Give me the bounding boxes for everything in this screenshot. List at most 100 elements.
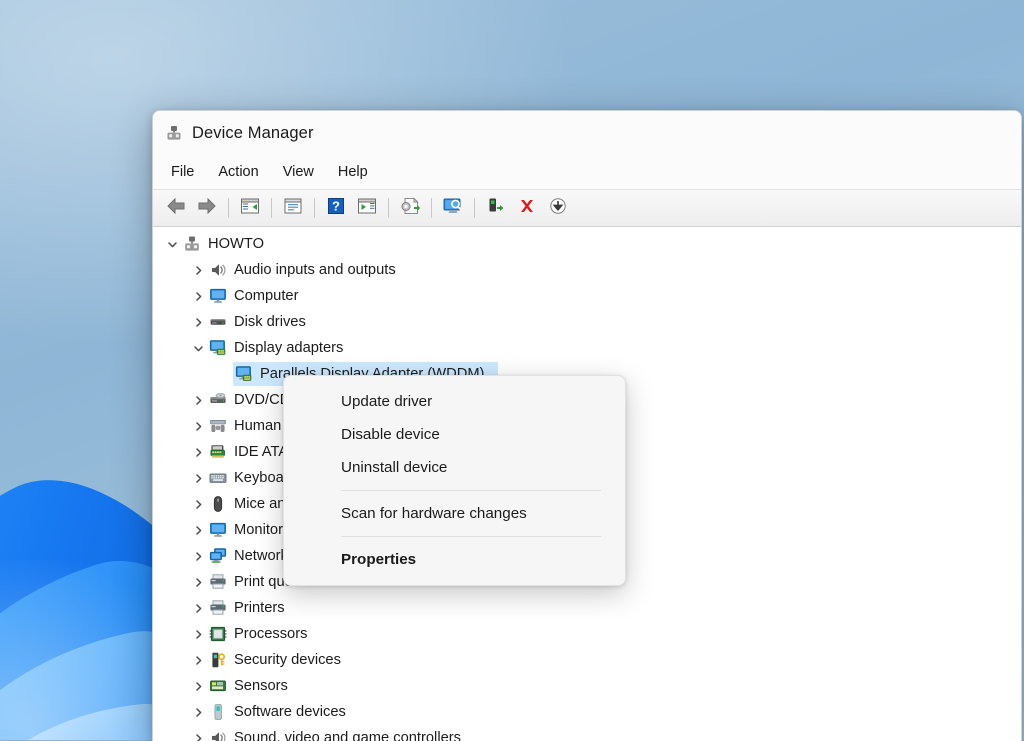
- window-title-bar[interactable]: Device Manager: [153, 111, 1021, 155]
- context-menu-separator: [341, 490, 601, 491]
- menu-view[interactable]: View: [271, 160, 326, 184]
- security-device-icon: [207, 651, 229, 669]
- tree-item-security-devices[interactable]: Security devices: [153, 647, 1021, 673]
- mouse-icon: [207, 495, 229, 513]
- tree-item-display-adapters[interactable]: Display adapters: [153, 335, 1021, 361]
- console-tree-icon: [240, 197, 260, 220]
- chevron-right-icon[interactable]: [189, 317, 207, 328]
- monitor-icon: [207, 521, 229, 539]
- sensor-icon: [207, 677, 229, 695]
- chevron-right-icon[interactable]: [189, 577, 207, 588]
- chevron-right-icon[interactable]: [189, 551, 207, 562]
- chevron-right-icon[interactable]: [189, 603, 207, 614]
- chevron-right-icon[interactable]: [189, 447, 207, 458]
- ctx-scan-for-hardware-changes[interactable]: Scan for hardware changes: [284, 497, 625, 530]
- chevron-right-icon[interactable]: [189, 681, 207, 692]
- menu-file[interactable]: File: [159, 160, 206, 184]
- ctx-uninstall-device[interactable]: Uninstall device: [284, 451, 625, 484]
- chevron-right-icon[interactable]: [189, 395, 207, 406]
- tree-item-computer[interactable]: Computer: [153, 283, 1021, 309]
- svg-text:?: ?: [332, 198, 340, 213]
- tree-item-label: Audio inputs and outputs: [234, 262, 402, 278]
- chevron-right-icon[interactable]: [189, 265, 207, 276]
- back-arrow-icon: [166, 197, 186, 220]
- device-context-menu: Update driverDisable deviceUninstall dev…: [283, 375, 626, 586]
- tree-item-label: Software devices: [234, 704, 352, 720]
- tree-item-label: Display adapters: [234, 340, 349, 356]
- tree-item-howto[interactable]: HOWTO: [153, 231, 1021, 257]
- keyboard-icon: [207, 469, 229, 487]
- tree-item-printers[interactable]: Printers: [153, 595, 1021, 621]
- speaker-icon: [207, 261, 229, 279]
- show-hide-console-tree-button[interactable]: [235, 194, 265, 222]
- update-driver-button[interactable]: [395, 194, 425, 222]
- chevron-down-icon[interactable]: [189, 343, 207, 354]
- tree-item-disk-drives[interactable]: Disk drives: [153, 309, 1021, 335]
- toolbar-separator: [474, 198, 475, 218]
- chevron-right-icon[interactable]: [189, 291, 207, 302]
- ctx-disable-device[interactable]: Disable device: [284, 418, 625, 451]
- software-device-icon: [207, 703, 229, 721]
- forward-button[interactable]: [192, 194, 222, 222]
- toolbar-separator: [228, 198, 229, 218]
- menu-help[interactable]: Help: [326, 160, 380, 184]
- disk-drive-icon: [207, 313, 229, 331]
- tree-item-software-devices[interactable]: Software devices: [153, 699, 1021, 725]
- toolbar-separator: [431, 198, 432, 218]
- toolbar-separator: [388, 198, 389, 218]
- properties-window-icon: [283, 197, 303, 220]
- download-button[interactable]: [543, 194, 573, 222]
- show-hide-action-pane-button[interactable]: [352, 194, 382, 222]
- toolbar: ?: [153, 190, 1021, 227]
- tree-item-label: HOWTO: [208, 236, 270, 252]
- help-button[interactable]: ?: [321, 194, 351, 222]
- tree-item-label: Sound, video and game controllers: [234, 730, 467, 741]
- toolbar-separator: [314, 198, 315, 218]
- printer-icon: [207, 573, 229, 591]
- processor-icon: [207, 625, 229, 643]
- speaker-icon: [207, 729, 229, 741]
- device-manager-icon: [165, 124, 183, 142]
- tree-item-processors[interactable]: Processors: [153, 621, 1021, 647]
- tree-item-audio-inputs-and-outputs[interactable]: Audio inputs and outputs: [153, 257, 1021, 283]
- download-arrow-icon: [548, 197, 568, 220]
- tree-item-label: Sensors: [234, 678, 294, 694]
- hid-icon: [207, 417, 229, 435]
- chevron-right-icon[interactable]: [189, 629, 207, 640]
- properties-button[interactable]: [278, 194, 308, 222]
- tree-item-sensors[interactable]: Sensors: [153, 673, 1021, 699]
- monitor-icon: [207, 287, 229, 305]
- uninstall-device-button[interactable]: [512, 194, 542, 222]
- tree-item-label: Processors: [234, 626, 313, 642]
- ctx-properties[interactable]: Properties: [284, 543, 625, 576]
- enable-device-button[interactable]: [481, 194, 511, 222]
- display-adapter-icon: [207, 339, 229, 357]
- display-adapter-icon: [233, 365, 255, 383]
- menu-bar: File Action View Help: [153, 155, 1021, 190]
- chevron-right-icon[interactable]: [189, 655, 207, 666]
- action-pane-icon: [357, 197, 377, 220]
- tree-item-sound-video-and-game-controllers[interactable]: Sound, video and game controllers: [153, 725, 1021, 741]
- forward-arrow-icon: [197, 197, 217, 220]
- ide-controller-icon: [207, 443, 229, 461]
- question-mark-icon: ?: [327, 197, 345, 220]
- scan-for-hardware-changes-button[interactable]: [438, 194, 468, 222]
- red-x-icon: [517, 197, 537, 220]
- chevron-right-icon[interactable]: [189, 421, 207, 432]
- network-adapter-icon: [207, 547, 229, 565]
- chevron-right-icon[interactable]: [189, 707, 207, 718]
- ctx-update-driver[interactable]: Update driver: [284, 385, 625, 418]
- tree-item-label: Printers: [234, 600, 291, 616]
- computer-root-icon: [181, 235, 203, 253]
- dvd-drive-icon: [207, 391, 229, 409]
- tree-item-label: Security devices: [234, 652, 347, 668]
- chevron-right-icon[interactable]: [189, 525, 207, 536]
- enable-device-icon: [486, 197, 506, 220]
- back-button[interactable]: [161, 194, 191, 222]
- tree-item-label: Disk drives: [234, 314, 312, 330]
- chevron-down-icon[interactable]: [163, 239, 181, 250]
- chevron-right-icon[interactable]: [189, 499, 207, 510]
- chevron-right-icon[interactable]: [189, 473, 207, 484]
- update-driver-icon: [399, 197, 421, 220]
- menu-action[interactable]: Action: [206, 160, 270, 184]
